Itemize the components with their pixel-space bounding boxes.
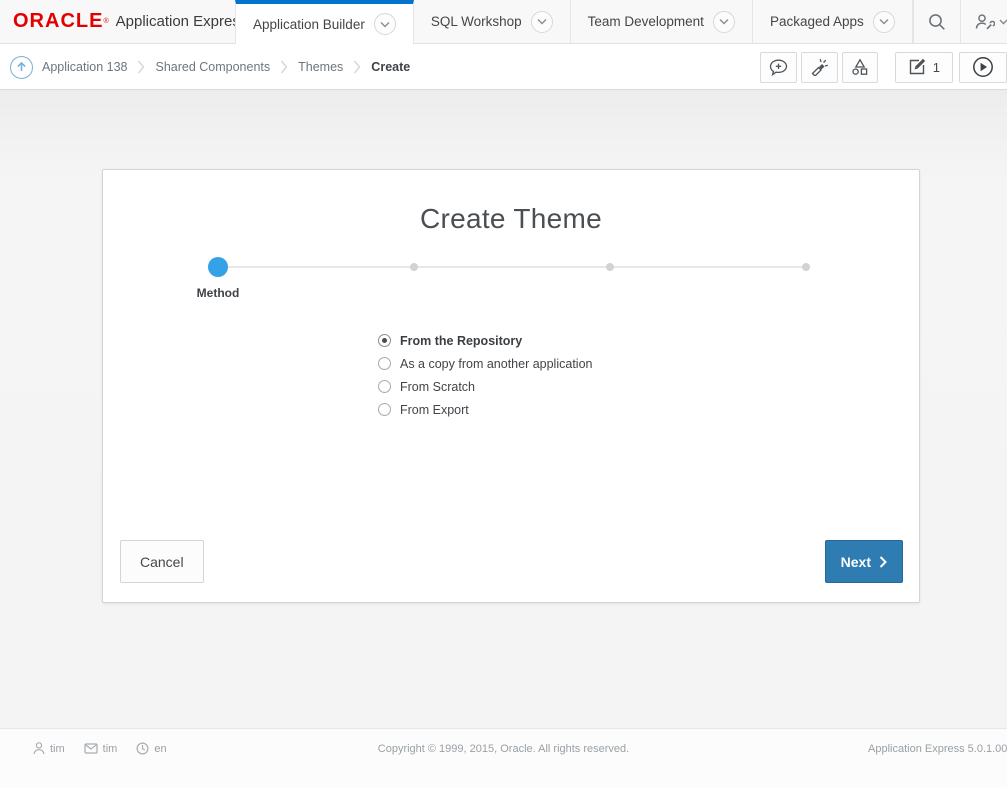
navigate-up-icon[interactable] [10, 56, 33, 79]
breadcrumb-item-application[interactable]: Application 138 [42, 60, 127, 74]
main-nav-tabs: Application Builder SQL Workshop Team De… [235, 0, 913, 43]
wizard-step-label: Method [197, 286, 240, 300]
play-icon [972, 56, 994, 78]
tab-label: Packaged Apps [770, 14, 864, 29]
method-radio-group: From the Repository As a copy from anoth… [378, 329, 592, 421]
breadcrumb-separator [353, 59, 361, 75]
page-title: Create Theme [103, 170, 919, 235]
edit-page-number: 1 [933, 60, 940, 75]
administration-button[interactable] [960, 0, 1007, 43]
wizard-step-dot-3 [606, 263, 614, 271]
page-footer: tim tim en Copyright © 1999, 2015, Oracl… [0, 728, 1007, 788]
theme-roller-button[interactable] [801, 52, 838, 83]
tab-team-development[interactable]: Team Development [571, 0, 753, 43]
breadcrumb-separator [280, 59, 288, 75]
shapes-icon [851, 58, 869, 76]
admin-wrench-icon [974, 12, 995, 32]
product-name: Application Express [116, 13, 248, 30]
page-body: Create Theme Method From the Repository … [0, 90, 1007, 751]
radio-button-icon[interactable] [378, 334, 391, 347]
radio-option-copy-from-application[interactable]: As a copy from another application [378, 352, 592, 375]
radio-button-icon[interactable] [378, 403, 391, 416]
feedback-button[interactable] [760, 52, 797, 83]
radio-option-label: From Scratch [400, 380, 475, 394]
registered-mark: ® [103, 13, 108, 31]
chevron-down-icon[interactable] [873, 11, 895, 33]
wizard-progress-track [218, 266, 806, 268]
spotlight-wand-icon [810, 58, 829, 76]
edit-page-button[interactable]: 1 [895, 52, 953, 83]
chevron-down-icon[interactable] [374, 13, 396, 35]
cancel-button[interactable]: Cancel [120, 540, 204, 583]
breadcrumb-separator [137, 59, 145, 75]
top-header: ORACLE® Application Express Application … [0, 0, 1007, 44]
breadcrumb-item-create: Create [371, 60, 410, 74]
next-button[interactable]: Next [825, 540, 903, 583]
breadcrumb-item-themes[interactable]: Themes [298, 60, 343, 74]
oracle-logo: ORACLE® Application Express [0, 0, 235, 43]
radio-option-from-scratch[interactable]: From Scratch [378, 375, 592, 398]
wizard-step-dot-4 [802, 263, 810, 271]
cancel-button-label: Cancel [140, 554, 184, 570]
next-button-label: Next [841, 554, 871, 570]
shared-components-button[interactable] [842, 52, 878, 83]
radio-button-icon[interactable] [378, 357, 391, 370]
radio-option-label: From the Repository [400, 334, 522, 348]
chevron-right-icon [879, 556, 887, 568]
radio-option-label: As a copy from another application [400, 357, 592, 371]
tab-label: Application Builder [253, 17, 365, 32]
radio-option-from-repository[interactable]: From the Repository [378, 329, 592, 352]
search-button[interactable] [913, 0, 960, 43]
radio-option-label: From Export [400, 403, 469, 417]
radio-button-icon[interactable] [378, 380, 391, 393]
tab-sql-workshop[interactable]: SQL Workshop [414, 0, 571, 43]
wizard-progress [218, 258, 806, 276]
chevron-down-icon [999, 19, 1007, 25]
tab-packaged-apps[interactable]: Packaged Apps [753, 0, 913, 43]
header-icon-buttons: ? [913, 0, 1007, 43]
feedback-bubble-icon [769, 59, 788, 76]
create-theme-wizard-card: Create Theme Method From the Repository … [102, 169, 920, 603]
run-application-button[interactable] [959, 52, 1007, 83]
search-icon [927, 12, 947, 32]
wizard-step-dot-2 [410, 263, 418, 271]
tab-label: Team Development [588, 14, 704, 29]
breadcrumb-item-shared-components[interactable]: Shared Components [155, 60, 270, 74]
chevron-down-icon[interactable] [713, 11, 735, 33]
edit-page-icon [908, 58, 926, 76]
footer-version: Application Express 5.0.1.00.06 [868, 743, 1007, 755]
footer-copyright: Copyright © 1999, 2015, Oracle. All righ… [0, 743, 1007, 755]
chevron-down-icon[interactable] [531, 11, 553, 33]
breadcrumb-bar: Application 138 Shared Components Themes… [0, 45, 1007, 90]
page-action-buttons: 1 [760, 52, 1007, 83]
wizard-step-dot-1 [208, 257, 228, 277]
tab-label: SQL Workshop [431, 14, 522, 29]
radio-option-from-export[interactable]: From Export [378, 398, 592, 421]
breadcrumb: Application 138 Shared Components Themes… [0, 56, 410, 79]
tab-application-builder[interactable]: Application Builder [235, 0, 414, 44]
oracle-wordmark: ORACLE [13, 10, 103, 33]
